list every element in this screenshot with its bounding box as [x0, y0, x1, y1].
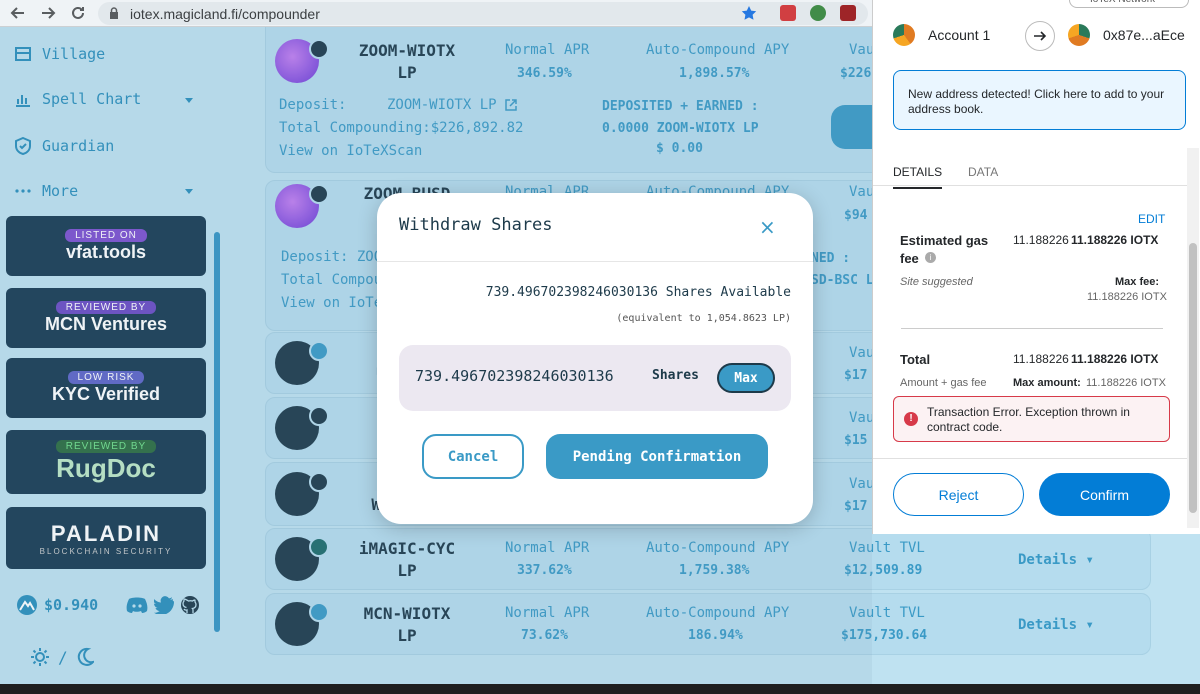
- scrollbar-thumb[interactable]: [1189, 243, 1197, 513]
- site-suggested: Site suggested: [900, 276, 973, 288]
- max-button[interactable]: Max: [717, 363, 775, 393]
- total-value: 11.188226: [1013, 352, 1069, 366]
- transaction-error-box: ! Transaction Error. Exception thrown in…: [893, 396, 1170, 442]
- tx-tabs: DETAILS DATA: [873, 150, 1187, 189]
- modal-title: Withdraw Shares: [399, 215, 553, 235]
- info-icon[interactable]: i: [925, 252, 936, 263]
- tab-data[interactable]: DATA: [968, 165, 998, 179]
- max-amount-label: Max amount:: [1013, 377, 1081, 389]
- shares-equivalent: (equivalent to 1,054.8623 LP): [616, 313, 791, 324]
- gas-fee-value-iotx: 11.188226 IOTX: [1071, 233, 1159, 247]
- gas-fee-label: Estimated gas: [900, 233, 989, 248]
- close-icon[interactable]: ×: [759, 215, 776, 239]
- shares-unit-label: Shares: [652, 368, 699, 383]
- gas-fee-label-2: fee: [900, 251, 919, 266]
- tab-details[interactable]: DETAILS: [893, 165, 943, 189]
- pending-confirmation-button[interactable]: Pending Confirmation: [546, 434, 768, 479]
- max-fee-value: 11.188226 IOTX: [1087, 291, 1167, 303]
- arrow-right-icon: [1025, 21, 1055, 51]
- os-taskbar: [0, 684, 1200, 694]
- account-row: Account 1 0x87e...aEce: [873, 14, 1200, 56]
- max-amount-value: 11.188226 IOTX: [1086, 377, 1166, 389]
- new-address-notice[interactable]: New address detected! Click here to add …: [893, 70, 1186, 130]
- confirm-button[interactable]: Confirm: [1039, 473, 1170, 516]
- amount-gas-fee-label: Amount + gas fee: [900, 377, 987, 389]
- reject-button[interactable]: Reject: [893, 473, 1024, 516]
- edit-gas-link[interactable]: EDIT: [1138, 212, 1165, 226]
- error-icon: !: [904, 412, 918, 426]
- divider: [901, 328, 1163, 329]
- sender-account: Account 1: [928, 27, 991, 43]
- details-button[interactable]: Details ▾: [1018, 552, 1094, 568]
- account-avatar: [893, 24, 915, 46]
- withdraw-amount-input[interactable]: [415, 367, 635, 385]
- total-label: Total: [900, 352, 931, 367]
- recipient-address[interactable]: 0x87e...aEce: [1103, 27, 1185, 43]
- cancel-button[interactable]: Cancel: [422, 434, 524, 479]
- popup-scrollbar[interactable]: [1187, 148, 1199, 528]
- error-message: Transaction Error. Exception thrown in c…: [927, 405, 1130, 434]
- amount-input-box: Shares Max: [399, 345, 791, 411]
- max-fee-label: Max fee:: [1115, 276, 1160, 288]
- network-selector[interactable]: IoTeX Network: [1069, 0, 1189, 8]
- modal-divider: [377, 261, 813, 262]
- gas-fee-value: 11.188226: [1013, 233, 1069, 247]
- details-button[interactable]: Details ▾: [1018, 617, 1094, 633]
- recipient-avatar: [1068, 24, 1090, 46]
- total-value-iotx: 11.188226 IOTX: [1071, 352, 1159, 366]
- withdraw-shares-modal: Withdraw Shares × 739.496702398246030136…: [377, 193, 813, 524]
- metamask-popup: IoTeX Network Account 1 0x87e...aEce New…: [872, 0, 1200, 534]
- shares-available: 739.496702398246030136 Shares Available: [485, 285, 791, 300]
- footer-divider: [873, 458, 1187, 459]
